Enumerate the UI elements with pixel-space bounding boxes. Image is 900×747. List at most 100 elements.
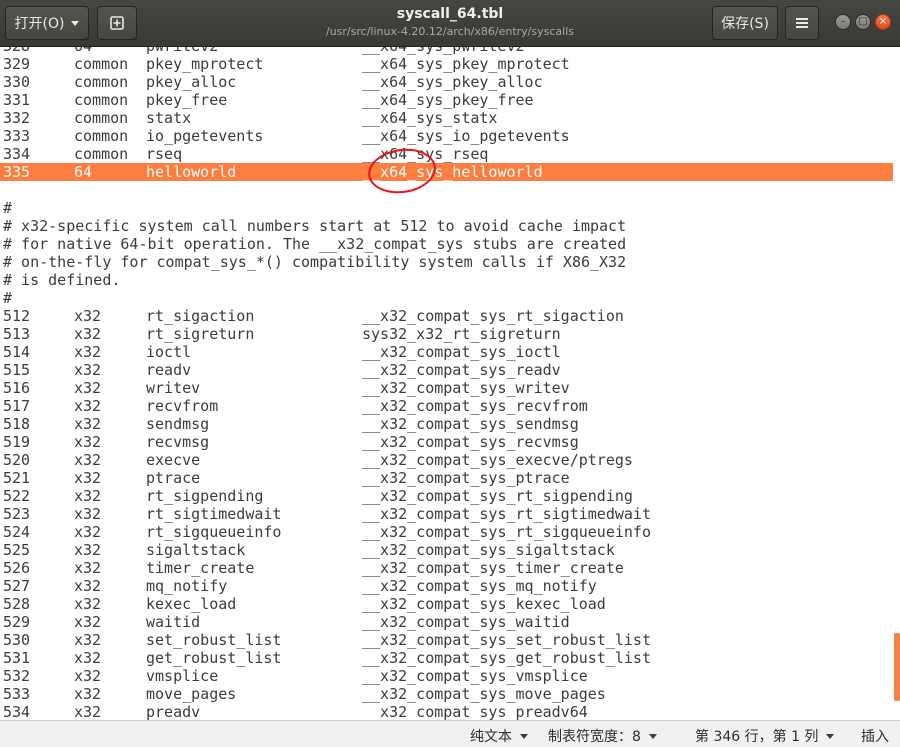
syscall-abi: x32 (74, 307, 102, 325)
maximize-icon: □ (858, 16, 868, 27)
table-row: 529 x32 waitid __x32_compat_sys_waitid (0, 613, 893, 631)
cursor-position-selector[interactable]: 第 346 行，第 1 列 (695, 726, 835, 746)
comment-text: # x32-specific system call numbers start… (3, 217, 627, 235)
minimize-button[interactable]: – (835, 14, 851, 30)
scrollbar[interactable] (894, 633, 900, 701)
text-editor[interactable]: 328 64 pwritev2 __x64_sys_pwritev2 329 common… (0, 47, 893, 720)
comment-text: # for native 64-bit operation. The __x32… (3, 235, 627, 253)
minimize-icon: – (840, 16, 846, 27)
comment-text: # (3, 289, 13, 307)
syscall-number: 332 (3, 109, 31, 127)
table-row: 515 x32 readv __x32_compat_sys_readv (0, 361, 893, 379)
syscall-name: get_robust_list (146, 649, 282, 667)
new-document-icon (110, 16, 124, 30)
syscall-number: 534 (3, 703, 31, 720)
table-row: 519 x32 recvmsg __x32_compat_sys_recvmsg (0, 433, 893, 451)
save-button[interactable]: 保存(S) (712, 6, 778, 40)
table-row: 329 common pkey_mprotect __x64_sys_pkey_mpr… (0, 55, 893, 73)
chevron-down-icon (648, 733, 657, 739)
table-row: 523 x32 rt_sigtimedwait __x32_compat_sys_rt… (0, 505, 893, 523)
syscall-entry-point: __x64_sys_statx (362, 109, 498, 127)
open-button[interactable]: 打开(O) (5, 6, 89, 40)
syscall-abi: x32 (74, 487, 102, 505)
syscall-entry-point: __x32_compat_sys_sigaltstack (362, 541, 615, 559)
syscall-number: 532 (3, 667, 31, 685)
syscall-name: waitid (146, 613, 201, 631)
syscall-number: 524 (3, 523, 31, 541)
menu-button[interactable] (785, 6, 819, 40)
syscall-entry-point: __x32_compat_sys_rt_sigtimedwait (362, 505, 651, 523)
syscall-name: pkey_free (146, 91, 228, 109)
syscall-entry-point: __x32_compat_sys_timer_create (362, 559, 624, 577)
syscall-name: rseq (146, 145, 183, 163)
syscall-abi: common (74, 91, 129, 109)
table-row: 531 x32 get_robust_list __x32_compat_sys_ge… (0, 649, 893, 667)
syscall-name: kexec_load (146, 595, 237, 613)
table-row: 517 x32 recvfrom __x32_compat_sys_recvfrom (0, 397, 893, 415)
table-row: 526 x32 timer_create __x32_compat_sys_timer… (0, 559, 893, 577)
syscall-number: 525 (3, 541, 31, 559)
syscall-entry-point: __x64_sys_pwritev2 (362, 47, 525, 55)
syscall-entry-point: __x32_compat_sys_execve/ptregs (362, 451, 633, 469)
syscall-number: 533 (3, 685, 31, 703)
tab-width-label: 制表符宽度：8 (548, 729, 641, 745)
syscall-abi: common (74, 55, 129, 73)
table-row: 534 x32 preadv __x32_compat_sys_preadv64 (0, 703, 893, 720)
maximize-button[interactable]: □ (855, 14, 871, 30)
cursor-position-label: 第 346 行，第 1 列 (695, 729, 819, 745)
syscall-abi: x32 (74, 577, 102, 595)
syscall-abi: common (74, 127, 129, 145)
table-row: 525 x32 sigaltstack __x32_compat_sys_sigalt… (0, 541, 893, 559)
new-document-button[interactable] (97, 6, 137, 40)
language-selector[interactable]: 纯文本 (470, 726, 528, 746)
syscall-abi: x32 (74, 415, 102, 433)
syscall-number: 530 (3, 631, 31, 649)
syscall-entry-point: __x32_compat_sys_recvmsg (362, 433, 579, 451)
syscall-entry-point: __x32_compat_sys_sendmsg (362, 415, 579, 433)
syscall-name: vmsplice (146, 667, 219, 685)
syscall-abi: common (74, 145, 129, 163)
comment-line: # on-the-fly for compat_sys_*() compatib… (0, 253, 893, 271)
syscall-name: statx (146, 109, 192, 127)
language-label: 纯文本 (470, 729, 512, 745)
table-row: 513 x32 rt_sigreturn sys32_x32_rt_sigreturn (0, 325, 893, 343)
syscall-name: sendmsg (146, 415, 210, 433)
syscall-entry-point: __x32_compat_sys_vmsplice (362, 667, 588, 685)
syscall-number: 527 (3, 577, 31, 595)
syscall-entry-point: __x32_compat_sys_kexec_load (362, 595, 606, 613)
comment-line: # (0, 199, 893, 217)
table-row: 532 x32 vmsplice __x32_compat_sys_vmsplice (0, 667, 893, 685)
syscall-name: recvfrom (146, 397, 219, 415)
comment-line: # (0, 289, 893, 307)
syscall-abi: x32 (74, 667, 102, 685)
syscall-number: 329 (3, 55, 31, 73)
syscall-abi: 64 (74, 47, 92, 55)
syscall-number: 519 (3, 433, 31, 451)
syscall-name: set_robust_list (146, 631, 282, 649)
syscall-abi: x32 (74, 433, 102, 451)
syscall-abi: x32 (74, 505, 102, 523)
table-row: 328 64 pwritev2 __x64_sys_pwritev2 (0, 47, 893, 55)
highlighted-line: 335 64 helloworld __x64_sys_helloworld (0, 163, 893, 181)
syscall-number: 334 (3, 145, 31, 163)
comment-line: # for native 64-bit operation. The __x32… (0, 235, 893, 253)
close-button[interactable]: × (875, 14, 891, 30)
syscall-number: 531 (3, 649, 31, 667)
syscall-number: 512 (3, 307, 31, 325)
syscall-name: ioctl (146, 343, 192, 361)
syscall-name: rt_sigaction (146, 307, 255, 325)
syscall-number: 520 (3, 451, 31, 469)
menu-icon (796, 18, 808, 28)
syscall-number: 335 (3, 163, 31, 181)
close-icon: × (878, 16, 888, 27)
syscall-name: readv (146, 361, 192, 379)
table-row: 514 x32 ioctl __x32_compat_sys_ioctl (0, 343, 893, 361)
syscall-name: rt_sigtimedwait (146, 505, 282, 523)
syscall-name: recvmsg (146, 433, 210, 451)
syscall-number: 522 (3, 487, 31, 505)
syscall-entry-point: __x64_sys_helloworld (362, 163, 543, 181)
chevron-down-icon (71, 20, 80, 26)
syscall-number: 528 (3, 595, 31, 613)
table-row: 332 common statx __x64_sys_statx (0, 109, 893, 127)
tab-width-selector[interactable]: 制表符宽度：8 (548, 726, 657, 746)
